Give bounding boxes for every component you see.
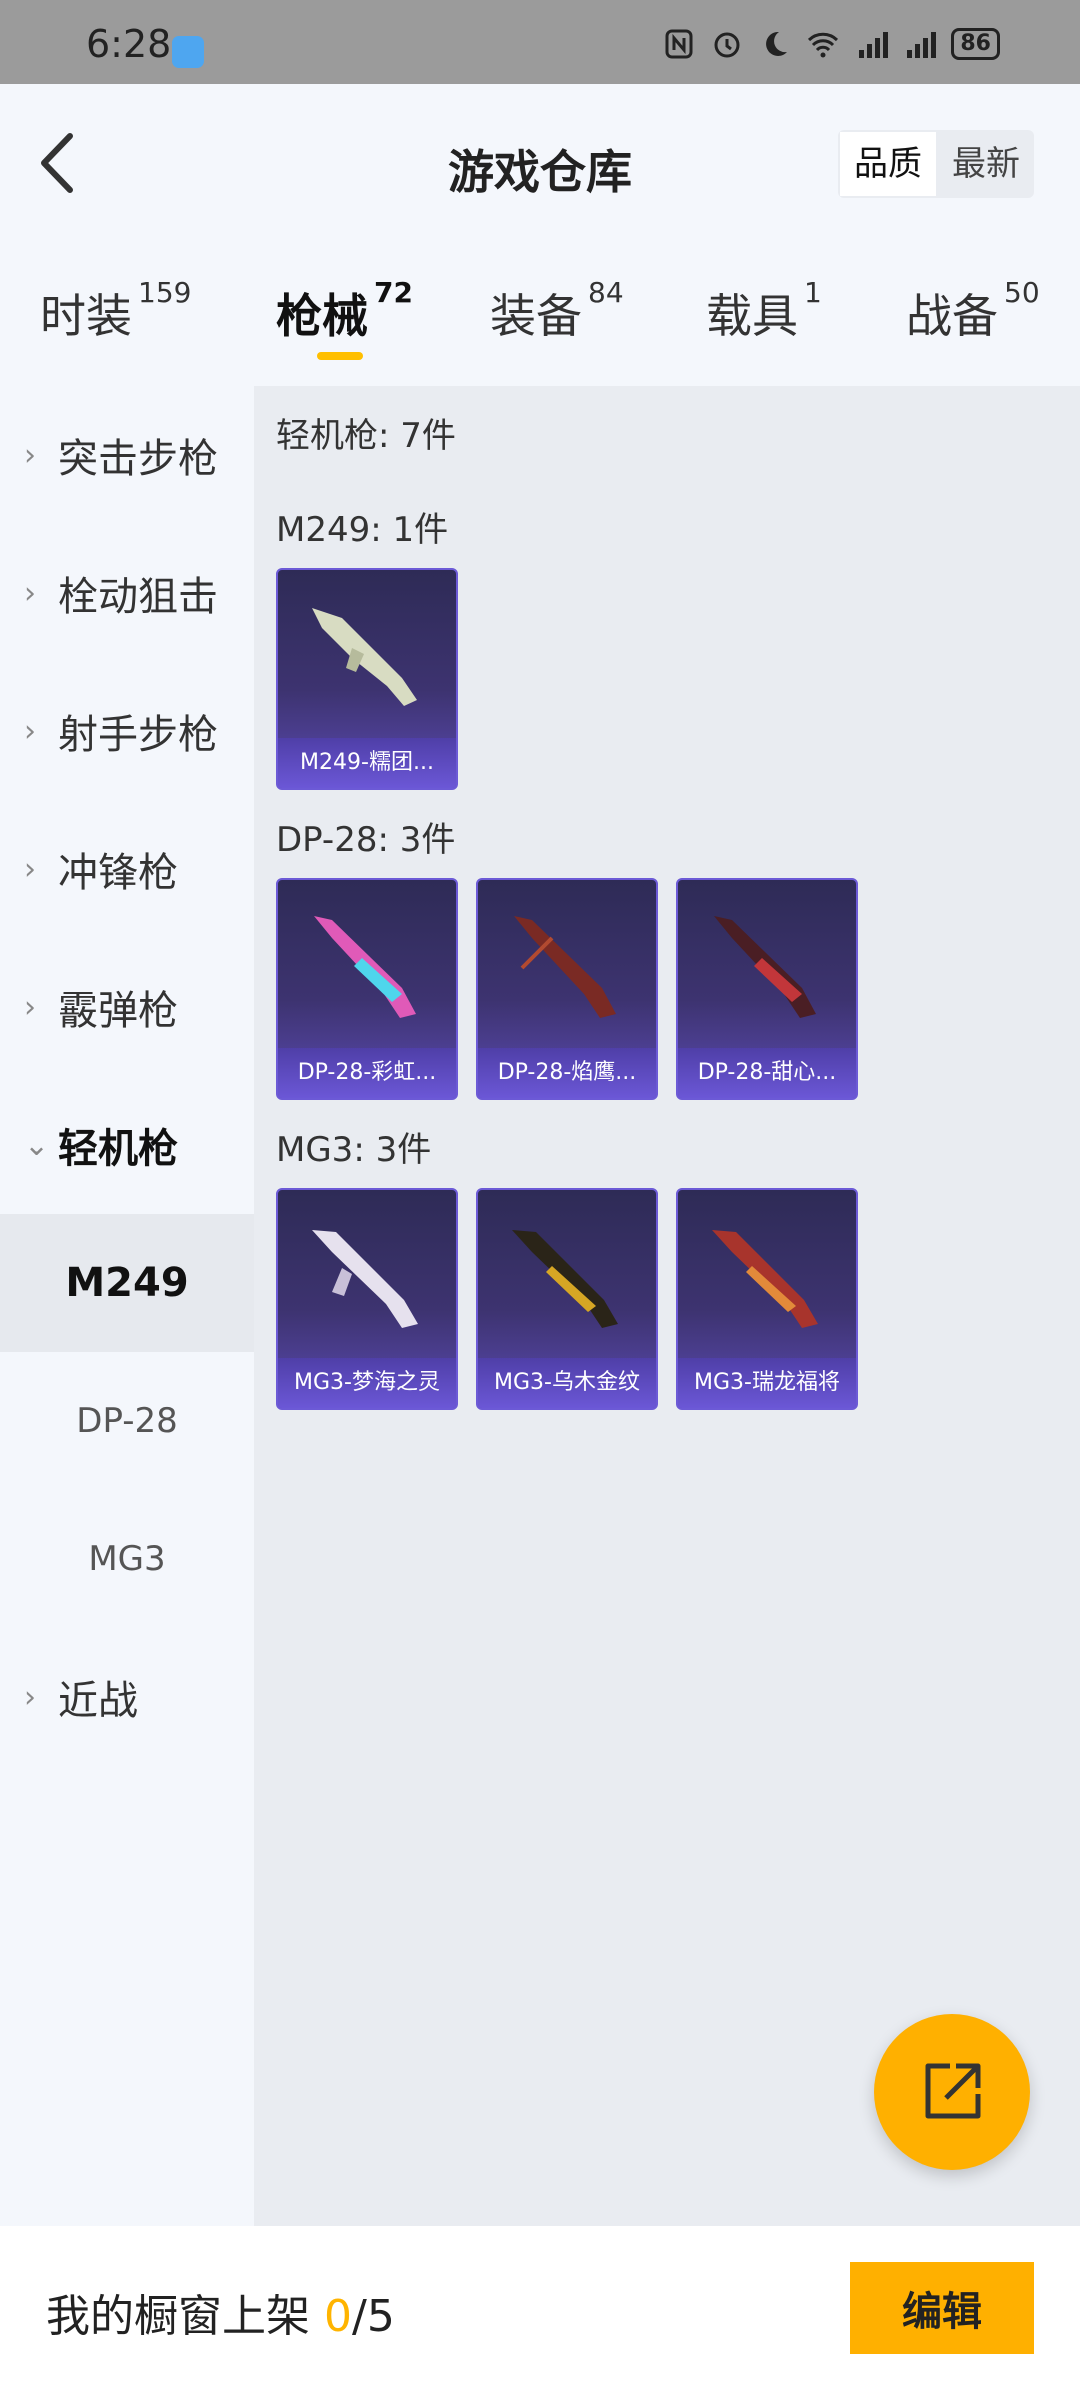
- sidebar-subitem-dp28[interactable]: DP-28: [0, 1352, 254, 1490]
- item-card[interactable]: DP-28-焰鹰...: [476, 878, 658, 1100]
- sidebar-item-bolt-sniper[interactable]: › 栓动狙击: [0, 524, 254, 662]
- item-card[interactable]: MG3-乌木金纹: [476, 1188, 658, 1410]
- tab-count: 84: [588, 276, 624, 309]
- sidebar-item-melee[interactable]: › 近战: [0, 1628, 254, 1766]
- item-grid-area: 轻机枪: 7件 M249: 1件 M249-糯团... DP-28: 3件 DP…: [254, 386, 1080, 2226]
- tab-count: 72: [374, 276, 413, 309]
- sidebar: › 突击步枪 › 栓动狙击 › 射手步枪 › 冲锋枪 › 霰弹枪 ⌄ 轻机枪 M…: [0, 386, 254, 2226]
- sort-quality[interactable]: 品质: [840, 132, 936, 196]
- alarm-icon: [711, 28, 743, 60]
- item-card[interactable]: MG3-瑞龙福将: [676, 1188, 858, 1410]
- sidebar-item-label: 栓动狙击: [58, 574, 218, 620]
- item-name: M249-糯团...: [278, 738, 456, 788]
- sidebar-item-label: 突击步枪: [58, 436, 218, 482]
- group-heading-m249: M249: 1件: [276, 510, 449, 550]
- sidebar-item-smg[interactable]: › 冲锋枪: [0, 800, 254, 938]
- sidebar-item-shotgun[interactable]: › 霰弹枪: [0, 938, 254, 1076]
- status-bar: 6:28 86: [0, 0, 1080, 84]
- tab-label: 装备: [490, 289, 582, 343]
- chevron-right-icon: ›: [24, 1679, 36, 1715]
- item-name: MG3-瑞龙福将: [678, 1358, 856, 1408]
- sidebar-item-label: 轻机枪: [58, 1126, 178, 1172]
- battery-indicator: 86: [951, 28, 1000, 60]
- sidebar-item-lmg[interactable]: ⌄ 轻机枪: [0, 1076, 254, 1214]
- tab-supplies[interactable]: 战备 50: [906, 276, 1040, 346]
- tab-label: 时装: [40, 289, 132, 343]
- moon-icon: [759, 28, 791, 60]
- item-card[interactable]: M249-糯团...: [276, 568, 458, 790]
- item-name: MG3-梦海之灵: [278, 1358, 456, 1408]
- tab-count: 50: [1004, 276, 1040, 309]
- tab-label: 载具: [706, 289, 798, 343]
- chevron-right-icon: ›: [24, 713, 36, 749]
- tab-label: 枪械: [276, 289, 368, 343]
- chevron-right-icon: ›: [24, 437, 36, 473]
- sidebar-item-label: 近战: [58, 1678, 138, 1724]
- tab-label: 战备: [906, 289, 998, 343]
- signal-icon-2: [903, 28, 937, 60]
- chevron-right-icon: ›: [24, 575, 36, 611]
- group-heading-dp28: DP-28: 3件: [276, 820, 456, 860]
- tab-count: 159: [138, 276, 192, 309]
- chevron-down-icon: ⌄: [24, 1127, 50, 1163]
- item-name: DP-28-彩虹...: [278, 1048, 456, 1098]
- tab-equipment[interactable]: 装备 84: [490, 276, 624, 346]
- gun-icon: [512, 1230, 618, 1328]
- item-card[interactable]: DP-28-彩虹...: [276, 878, 458, 1100]
- gun-icon: [714, 916, 816, 1018]
- gun-icon: [712, 1230, 818, 1328]
- signal-icon: [855, 28, 889, 60]
- tab-weapons[interactable]: 枪械 72: [276, 276, 413, 346]
- wifi-icon: [807, 28, 839, 60]
- sort-toggle: 品质 最新: [838, 130, 1034, 198]
- gun-icon: [314, 916, 416, 1018]
- edit-button[interactable]: 编辑: [850, 2262, 1034, 2354]
- tab-fashion[interactable]: 时装 159: [40, 276, 191, 346]
- showcase-status: 我的橱窗上架 0/5: [46, 2280, 395, 2344]
- bottom-bar: 我的橱窗上架 0/5 编辑: [0, 2226, 1080, 2390]
- gun-icon: [312, 1230, 418, 1328]
- showcase-total: /5: [352, 2291, 395, 2342]
- nfc-icon: [663, 28, 695, 60]
- header: 游戏仓库 品质 最新: [0, 84, 1080, 244]
- chevron-right-icon: ›: [24, 851, 36, 887]
- sidebar-item-label: 霰弹枪: [58, 988, 178, 1034]
- active-tab-indicator: [317, 352, 363, 360]
- sidebar-subitem-mg3[interactable]: MG3: [0, 1490, 254, 1628]
- sidebar-item-label: 射手步枪: [58, 712, 218, 758]
- group-heading-mg3: MG3: 3件: [276, 1130, 432, 1170]
- weather-icon: [172, 36, 204, 68]
- status-icons: 86: [663, 28, 1000, 60]
- category-summary: 轻机枪: 7件: [276, 416, 456, 456]
- tab-count: 1: [804, 276, 822, 309]
- showcase-label: 我的橱窗上架: [46, 2291, 324, 2342]
- item-name: MG3-乌木金纹: [478, 1358, 656, 1408]
- chevron-right-icon: ›: [24, 989, 36, 1025]
- item-name: DP-28-甜心...: [678, 1048, 856, 1098]
- status-time: 6:28: [86, 22, 172, 66]
- gun-icon: [312, 608, 417, 706]
- item-name: DP-28-焰鹰...: [478, 1048, 656, 1098]
- showcase-current: 0: [324, 2291, 352, 2342]
- share-button[interactable]: [874, 2014, 1030, 2170]
- share-icon: [925, 2063, 981, 2119]
- sidebar-item-marksman[interactable]: › 射手步枪: [0, 662, 254, 800]
- sidebar-item-label: 冲锋枪: [58, 850, 178, 896]
- sidebar-subitem-m249[interactable]: M249: [0, 1214, 254, 1352]
- gun-icon: [514, 916, 616, 1018]
- item-card[interactable]: MG3-梦海之灵: [276, 1188, 458, 1410]
- category-tabs: 时装 159 枪械 72 装备 84 载具 1 战备 50: [0, 270, 1080, 380]
- item-card[interactable]: DP-28-甜心...: [676, 878, 858, 1100]
- sidebar-item-assault-rifle[interactable]: › 突击步枪: [0, 386, 254, 524]
- sort-newest[interactable]: 最新: [938, 130, 1034, 198]
- tab-vehicles[interactable]: 载具 1: [706, 276, 822, 346]
